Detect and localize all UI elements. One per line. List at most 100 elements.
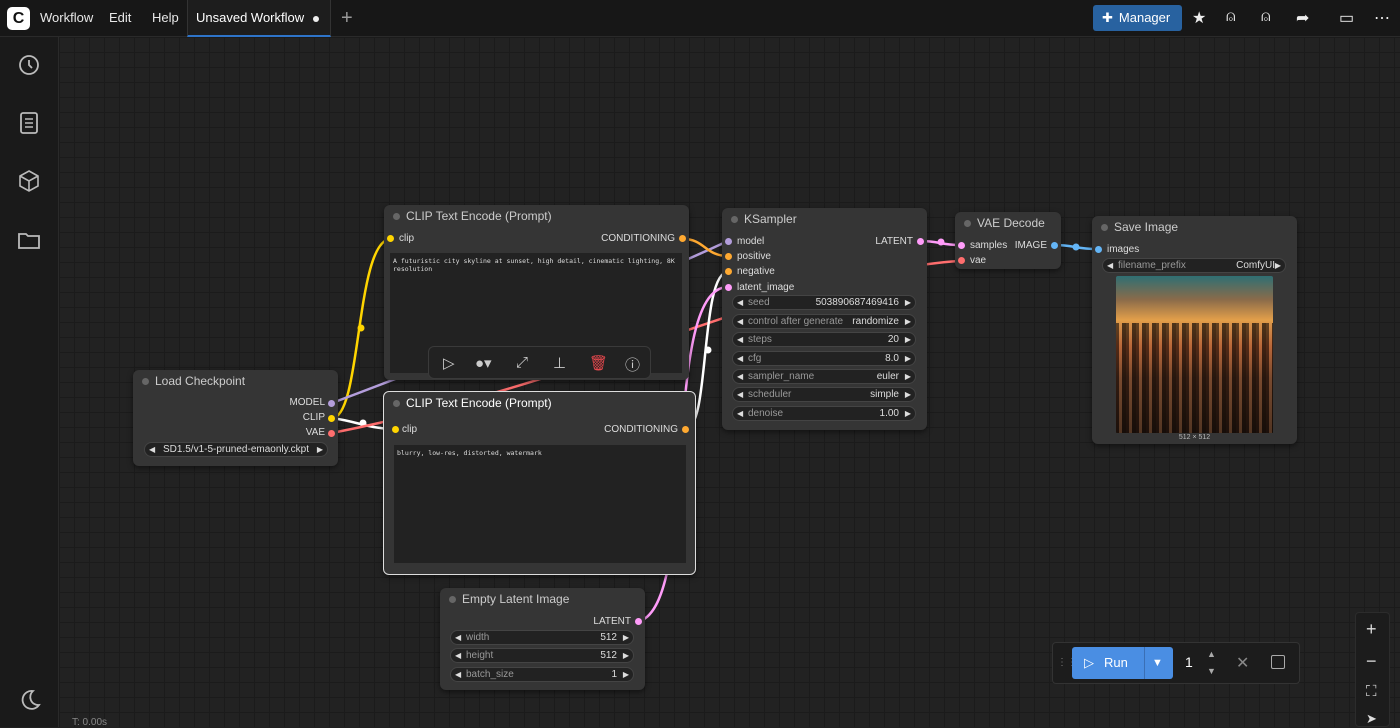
input-vae-dot[interactable]	[958, 257, 965, 264]
widget-value: ComfyUI	[1236, 260, 1275, 271]
cube-icon[interactable]	[16, 168, 42, 194]
widget-width[interactable]: width 512	[450, 630, 634, 645]
cancel-icon[interactable]: ✕	[1236, 653, 1249, 673]
node-title: Save Image	[1092, 216, 1297, 238]
output-clip-dot[interactable]	[328, 415, 335, 422]
input-images-dot[interactable]	[1095, 246, 1102, 253]
pointer-icon[interactable]: ➤	[1366, 711, 1377, 727]
menu-edit[interactable]: Edit	[109, 10, 131, 25]
increment-icon[interactable]: ▲	[1207, 649, 1216, 659]
bypass-icon[interactable]: ⤢	[516, 354, 528, 371]
input-positive: positive	[737, 251, 771, 262]
output-conditioning-dot[interactable]	[679, 235, 686, 242]
node-save-image[interactable]: Save Image images filename_prefix ComfyUI…	[1092, 216, 1297, 444]
color-picker-icon[interactable]: ●▾	[475, 354, 492, 372]
output-vae-dot[interactable]	[328, 430, 335, 437]
menu-help[interactable]: Help	[152, 10, 179, 25]
widget-label: control after generate	[748, 316, 844, 327]
input-samples-dot[interactable]	[958, 242, 965, 249]
user-avatar-icon[interactable]: ⍝	[1261, 8, 1271, 26]
new-tab-button[interactable]: +	[341, 7, 353, 30]
zoom-controls: + − ⛶ ➤	[1355, 612, 1390, 727]
widget-label: height	[466, 650, 494, 661]
output-image: IMAGE	[1014, 240, 1047, 251]
sidebar	[0, 37, 59, 727]
widget-value: randomize	[852, 316, 899, 327]
help-icon[interactable]: ⓘ	[625, 354, 640, 375]
output-image-dot[interactable]	[1051, 242, 1058, 249]
user-avatar-icon[interactable]: ⍝	[1226, 8, 1236, 26]
workflow-tab[interactable]: Unsaved Workflow	[187, 0, 331, 37]
widget-value: 8.0	[885, 353, 899, 364]
node-empty-latent-image[interactable]: Empty Latent Image LATENT width 512 heigh…	[440, 588, 645, 690]
zoom-in-icon[interactable]: +	[1366, 619, 1377, 640]
folder-icon[interactable]	[16, 227, 42, 253]
moon-icon[interactable]	[16, 687, 42, 713]
manager-button[interactable]: ✚ Manager	[1093, 5, 1182, 31]
tab-title: Unsaved Workflow	[196, 10, 305, 25]
batch-count-input[interactable]: 1	[1185, 654, 1193, 670]
widget-label: steps	[748, 334, 772, 345]
node-title: KSampler	[722, 208, 927, 230]
output-model-dot[interactable]	[328, 400, 335, 407]
pin-icon[interactable]: ⊥	[553, 354, 566, 372]
share-icon[interactable]: ➦	[1296, 8, 1309, 28]
app-logo[interactable]: C	[7, 7, 30, 30]
widget-seed[interactable]: seed 503890687469416	[732, 295, 916, 310]
widget-value: 512	[600, 632, 617, 643]
menu-workflow[interactable]: Workflow	[40, 10, 93, 25]
node-load-checkpoint[interactable]: Load Checkpoint MODEL CLIP VAE SD1.5/v1-…	[133, 370, 338, 466]
stop-icon[interactable]	[1271, 655, 1285, 669]
input-clip-dot[interactable]	[392, 426, 399, 433]
widget-label: filename_prefix	[1118, 260, 1186, 271]
document-icon[interactable]	[16, 110, 42, 136]
delete-icon[interactable]: 🗑	[589, 354, 608, 372]
input-positive-dot[interactable]	[725, 253, 732, 260]
manager-label: Manager	[1118, 10, 1171, 25]
widget-label: sampler_name	[748, 371, 815, 382]
widget-denoise[interactable]: denoise 1.00	[732, 406, 916, 421]
widget-cfg[interactable]: cfg 8.0	[732, 351, 916, 366]
prompt-textarea[interactable]: blurry, low-res, distorted, watermark	[394, 445, 686, 563]
ckpt-selector[interactable]: SD1.5/v1-5-pruned-emaonly.ckpt	[144, 442, 328, 457]
widget-filename-prefix[interactable]: filename_prefix ComfyUI	[1102, 258, 1286, 273]
decrement-icon[interactable]: ▼	[1207, 666, 1216, 676]
history-icon[interactable]	[16, 52, 42, 78]
widget-label: batch_size	[466, 669, 514, 680]
run-button[interactable]: ▷ Run ▼	[1072, 647, 1173, 679]
widget-scheduler[interactable]: scheduler simple	[732, 387, 916, 402]
widget-value: 1.00	[879, 408, 899, 419]
widget-control-after-generate[interactable]: control after generate randomize	[732, 314, 916, 329]
fit-view-icon[interactable]: ⛶	[1366, 683, 1377, 700]
star-icon[interactable]: ★	[1192, 8, 1206, 28]
widget-sampler-name[interactable]: sampler_name euler	[732, 369, 916, 384]
input-clip: clip	[402, 424, 418, 435]
node-title: CLIP Text Encode (Prompt)	[384, 392, 695, 414]
widget-batch-size[interactable]: batch_size 1	[450, 667, 634, 682]
node-ksampler[interactable]: KSampler model positive negative latent_…	[722, 208, 927, 430]
output-latent-dot[interactable]	[635, 618, 642, 625]
node-clip-text-encode-negative[interactable]: CLIP Text Encode (Prompt) clip CONDITION…	[383, 391, 696, 575]
widget-label: cfg	[748, 353, 762, 364]
output-latent-dot[interactable]	[917, 238, 924, 245]
input-negative-dot[interactable]	[725, 268, 732, 275]
timer-readout: T: 0.00s	[72, 717, 108, 728]
node-vae-decode[interactable]: VAE Decode samples vae IMAGE	[955, 212, 1061, 269]
zoom-out-icon[interactable]: −	[1366, 651, 1377, 672]
output-conditioning-dot[interactable]	[682, 426, 689, 433]
generated-image[interactable]	[1116, 276, 1273, 433]
widget-steps[interactable]: steps 20	[732, 332, 916, 347]
more-icon[interactable]: ⋯	[1374, 8, 1390, 28]
panel-icon[interactable]: ▭	[1339, 8, 1354, 28]
widget-height[interactable]: height 512	[450, 648, 634, 663]
image-size-caption: 512 × 512	[1178, 434, 1211, 441]
input-latent-dot[interactable]	[725, 284, 732, 291]
chevron-down-icon[interactable]: ▼	[1152, 647, 1163, 679]
widget-label: width	[466, 632, 490, 643]
input-clip-dot[interactable]	[387, 235, 394, 242]
input-model-dot[interactable]	[725, 238, 732, 245]
output-latent: LATENT	[875, 236, 913, 247]
play-icon[interactable]: ▷	[443, 354, 455, 372]
unsaved-dot-icon	[313, 16, 319, 22]
input-latent-image: latent_image	[737, 282, 795, 293]
